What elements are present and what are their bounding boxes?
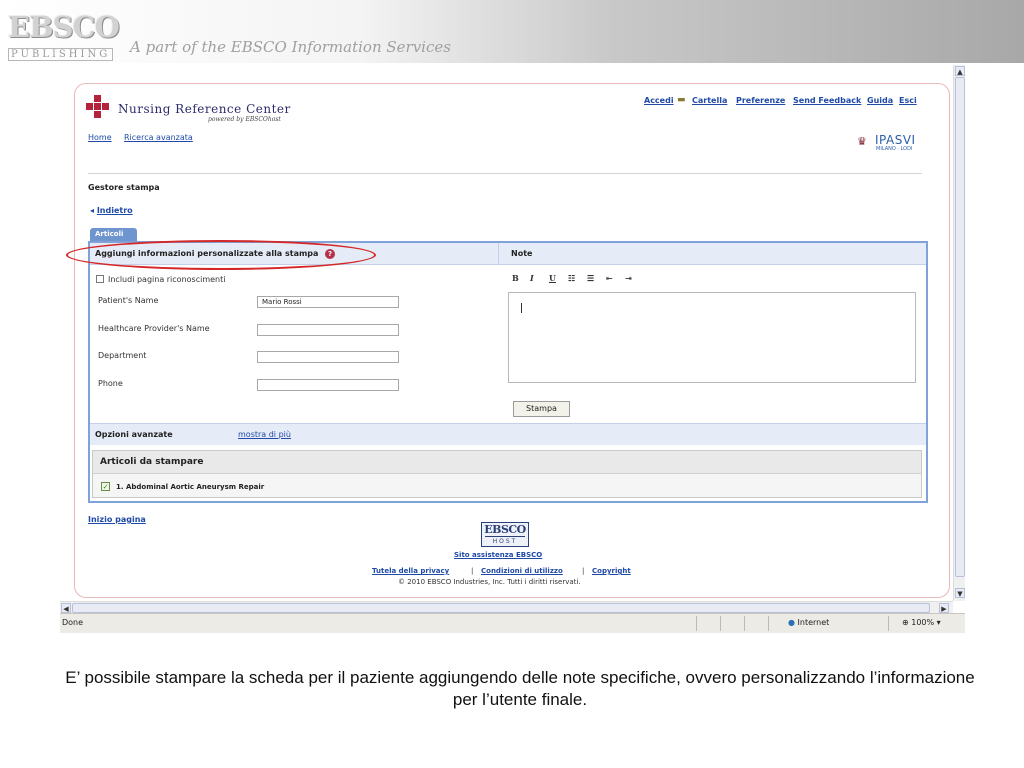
globe-icon: ● xyxy=(788,618,795,627)
copyright-link[interactable]: Copyright xyxy=(592,567,631,575)
vertical-scrollbar[interactable]: ▲ ▼ xyxy=(953,65,965,601)
powered-by: powered by EBSCOhost xyxy=(208,116,281,123)
ebscohost-logo[interactable]: EBSCO HOST xyxy=(481,522,529,547)
ipasvi-title: IPASVI xyxy=(875,133,916,147)
text-caret xyxy=(521,303,522,313)
footer-separator: | xyxy=(471,567,474,575)
banner-tagline: A part of the EBSCO Information Services xyxy=(130,38,451,56)
ebsco-publishing-logo: EBSCO PUBLISHING xyxy=(8,10,124,61)
logo-square xyxy=(94,111,101,118)
logo-square xyxy=(94,103,101,110)
include-acknowledgements-label: Includi pagina riconoscimenti xyxy=(108,275,226,284)
bullet-list-icon[interactable]: ☷ xyxy=(568,273,575,283)
zoom-icon: ⊕ xyxy=(902,618,909,627)
send-feedback-link[interactable]: Send Feedback xyxy=(793,96,861,105)
ebscohost-logo-top: EBSCO xyxy=(484,523,526,536)
include-acknowledgements-checkbox[interactable] xyxy=(96,275,104,283)
italic-button[interactable]: I xyxy=(530,273,534,283)
article-title: 1. Abdominal Aortic Aneurysm Repair xyxy=(116,483,265,491)
patient-name-label: Patient's Name xyxy=(98,296,159,305)
copyright-text: © 2010 EBSCO Industries, Inc. Tutti i di… xyxy=(398,578,581,586)
status-text: Done xyxy=(62,618,84,627)
phone-label: Phone xyxy=(98,379,123,388)
articles-header: Articoli da stampare xyxy=(100,457,204,467)
terms-link[interactable]: Condizioni di utilizzo xyxy=(481,567,563,575)
guida-link[interactable]: Guida xyxy=(867,96,893,105)
back-arrow-icon: ◂ xyxy=(90,206,95,215)
zoom-control[interactable]: ⊕ 100% ▾ xyxy=(902,618,941,627)
slide-banner: EBSCO PUBLISHING A part of the EBSCO Inf… xyxy=(0,0,1024,63)
ipasvi-logo: ♛ IPASVI MILANO · LODI xyxy=(857,133,921,153)
notes-header: Note xyxy=(498,243,926,265)
ebsco-logo-main: EBSCO xyxy=(8,10,120,44)
scroll-down-icon[interactable]: ▼ xyxy=(955,588,965,598)
privacy-link[interactable]: Tutela della privacy xyxy=(372,567,449,575)
status-separator xyxy=(696,616,697,631)
status-separator xyxy=(720,616,721,631)
zoom-dropdown-icon: ▾ xyxy=(936,618,941,627)
home-link[interactable]: Home xyxy=(88,133,112,142)
header-divider xyxy=(88,173,922,174)
preferenze-link[interactable]: Preferenze xyxy=(736,96,785,105)
back-label: Indietro xyxy=(96,206,133,215)
back-to-top-link[interactable]: Inizio pagina xyxy=(88,515,146,524)
back-link[interactable]: ◂ Indietro xyxy=(90,206,133,215)
horizontal-scroll-thumb[interactable] xyxy=(72,603,930,613)
ebsco-logo-sub: PUBLISHING xyxy=(8,48,114,61)
department-label: Department xyxy=(98,351,147,360)
patient-name-input[interactable]: Mario Rossi xyxy=(257,296,399,308)
provider-name-input[interactable] xyxy=(257,324,399,336)
security-zone: ● Internet xyxy=(788,618,829,627)
underline-button[interactable]: U xyxy=(549,273,556,283)
show-more-link[interactable]: mostra di più xyxy=(238,430,291,439)
brand-title: Nursing Reference Center xyxy=(118,102,291,116)
ebscohost-logo-bottom: HOST xyxy=(485,536,525,546)
accedi-link[interactable]: Accedi xyxy=(644,96,674,105)
esci-link[interactable]: Esci xyxy=(899,96,917,105)
phone-input[interactable] xyxy=(257,379,399,391)
page-title: Gestore stampa xyxy=(88,183,160,192)
advanced-options-bar xyxy=(90,423,926,445)
nursing-reference-center-logo[interactable]: Nursing Reference Center powered by EBSC… xyxy=(86,95,296,125)
bold-button[interactable]: B xyxy=(512,273,519,283)
provider-name-label: Healthcare Provider's Name xyxy=(98,324,210,333)
numbered-list-icon[interactable]: ☰ xyxy=(587,273,594,283)
logo-square xyxy=(86,103,93,110)
horizontal-scrollbar[interactable]: ◀ ▶ xyxy=(60,601,953,613)
notes-editor[interactable] xyxy=(508,292,916,383)
ipasvi-subtitle: MILANO · LODI xyxy=(876,146,913,152)
scroll-up-icon[interactable]: ▲ xyxy=(955,66,965,76)
footer-separator: | xyxy=(582,567,585,575)
stampa-button[interactable]: Stampa xyxy=(513,401,570,417)
highlight-ellipse xyxy=(66,240,376,270)
zone-label: Internet xyxy=(797,618,830,627)
cartella-link[interactable]: Cartella xyxy=(692,96,727,105)
scroll-right-icon[interactable]: ▶ xyxy=(939,603,949,613)
browser-status-bar: Done ● Internet ⊕ 100% ▾ xyxy=(60,613,965,633)
folder-icon: ▬ xyxy=(677,95,686,105)
logo-square xyxy=(102,103,109,110)
status-separator xyxy=(888,616,889,631)
department-input[interactable] xyxy=(257,351,399,363)
vertical-scroll-thumb[interactable] xyxy=(955,77,965,577)
slide-caption: E’ possibile stampare la scheda per il p… xyxy=(65,668,975,709)
ricerca-avanzata-link[interactable]: Ricerca avanzata xyxy=(124,133,193,142)
status-separator xyxy=(744,616,745,631)
articles-header-bar xyxy=(93,451,921,474)
scroll-left-icon[interactable]: ◀ xyxy=(61,603,71,613)
zoom-level: 100% xyxy=(911,618,935,627)
ipasvi-mark-icon: ♛ xyxy=(857,135,867,148)
logo-square xyxy=(94,95,101,102)
tab-articoli[interactable]: Articoli xyxy=(90,228,137,241)
support-link[interactable]: Sito assistenza EBSCO xyxy=(454,551,542,559)
advanced-options-label: Opzioni avanzate xyxy=(95,430,173,439)
outdent-icon[interactable]: ⇤ xyxy=(606,273,613,283)
indent-icon[interactable]: ⇥ xyxy=(625,273,632,283)
notes-title: Note xyxy=(511,249,533,258)
article-checkbox[interactable]: ✓ xyxy=(101,482,110,491)
status-separator xyxy=(768,616,769,631)
